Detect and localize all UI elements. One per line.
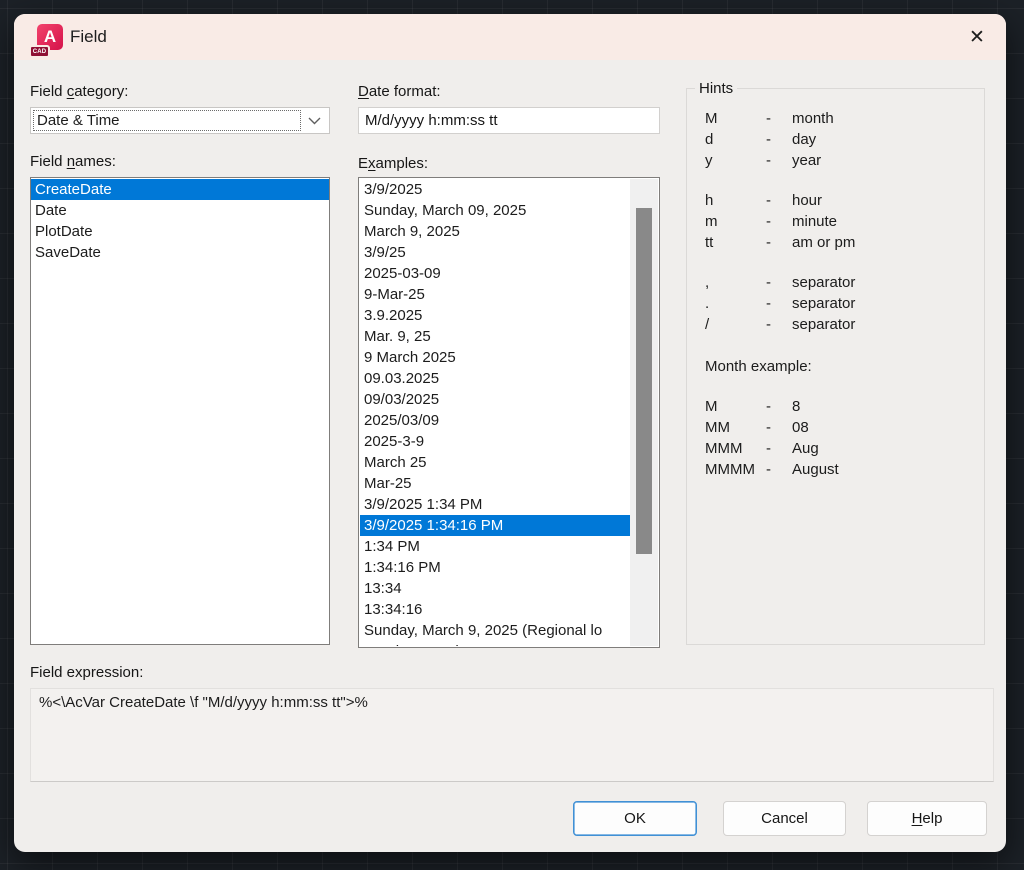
field-name-item[interactable]: PlotDate <box>31 221 329 242</box>
hint-row: d-day <box>705 129 978 150</box>
field-names-list[interactable]: CreateDateDatePlotDateSaveDate <box>30 177 330 645</box>
field-category-value: Date & Time <box>33 110 301 131</box>
help-button[interactable]: Help <box>867 801 987 836</box>
hint-row: m-minute <box>705 211 978 232</box>
example-item[interactable]: 09/03/2025 <box>360 389 630 410</box>
example-item[interactable]: 1:34:16 PM <box>360 557 630 578</box>
examples-rows: 3/9/2025Sunday, March 09, 2025March 9, 2… <box>360 179 630 646</box>
month-example-title: Month example: <box>705 356 978 377</box>
hint-row: M-month <box>705 108 978 129</box>
hints-groupbox: Hints M-monthd-dayy-yearh-hourm-minutett… <box>686 88 985 645</box>
ok-button[interactable]: OK <box>573 801 697 836</box>
month-example-row: MM-08 <box>705 417 978 438</box>
hint-groups: M-monthd-dayy-year h-hourm-minutett-am or… <box>705 108 978 335</box>
hint-group: M-monthd-dayy-year <box>705 108 978 171</box>
examples-label: Examples: <box>358 155 428 172</box>
example-item[interactable]: 2025/03/09 <box>360 410 630 431</box>
month-example-row: MMM-Aug <box>705 438 978 459</box>
autocad-icon: A CAD <box>29 24 63 58</box>
field-names-label: Field names: <box>30 153 116 170</box>
examples-list[interactable]: 3/9/2025Sunday, March 09, 2025March 9, 2… <box>358 177 660 648</box>
example-item[interactable]: Mar. 9, 25 <box>360 326 630 347</box>
example-item[interactable]: 9-Mar-25 <box>360 284 630 305</box>
example-item[interactable]: 2025-3-9 <box>360 431 630 452</box>
example-item[interactable]: March 25 <box>360 452 630 473</box>
example-item[interactable]: 2025-03-09 <box>360 263 630 284</box>
hint-row: tt-am or pm <box>705 232 978 253</box>
example-item[interactable]: 3/9/2025 <box>360 179 630 200</box>
field-name-item[interactable]: CreateDate <box>31 179 329 200</box>
example-item[interactable]: 3/9/2025 1:34 PM <box>360 494 630 515</box>
hints-content: M-monthd-dayy-year h-hourm-minutett-am or… <box>705 108 978 480</box>
hint-row: /-separator <box>705 314 978 335</box>
hint-row: y-year <box>705 150 978 171</box>
hint-row: .-separator <box>705 293 978 314</box>
hint-group: ,-separator.-separator/-separator <box>705 272 978 335</box>
example-item[interactable]: 13:34 <box>360 578 630 599</box>
example-item[interactable]: Sunday, March 9, 2025 (Regional lo <box>360 620 630 641</box>
field-name-item[interactable]: Date <box>31 200 329 221</box>
close-icon[interactable]: ✕ <box>964 24 990 50</box>
hints-title: Hints <box>695 80 737 97</box>
field-expression-value: %<\AcVar CreateDate \f "M/d/yyyy h:mm:ss… <box>30 688 994 782</box>
date-format-label: Date format: <box>358 83 441 100</box>
hint-row: h-hour <box>705 190 978 211</box>
date-format-input[interactable] <box>358 107 660 134</box>
example-item[interactable]: 3/9/2025 1:34:16 PM <box>360 515 630 536</box>
example-item[interactable]: Mar-25 <box>360 473 630 494</box>
example-item[interactable]: Sunday, March 09, 2025 <box>360 200 630 221</box>
field-dialog: A CAD Field ✕ Field category: Date & Tim… <box>14 14 1006 852</box>
example-item[interactable]: 3.9.2025 <box>360 305 630 326</box>
field-category-label: Field category: <box>30 83 128 100</box>
field-category-dropdown[interactable]: Date & Time <box>30 107 330 134</box>
cancel-button[interactable]: Cancel <box>723 801 846 836</box>
example-item[interactable]: 13:34:16 <box>360 599 630 620</box>
example-item[interactable]: 9 March 2025 <box>360 347 630 368</box>
example-item[interactable]: Sunday, March 9, 2025 1:34:16 PM <box>360 641 630 646</box>
scrollbar-thumb[interactable] <box>636 208 652 554</box>
field-name-item[interactable]: SaveDate <box>31 242 329 263</box>
example-item[interactable]: 09.03.2025 <box>360 368 630 389</box>
example-item[interactable]: 1:34 PM <box>360 536 630 557</box>
hint-group: h-hourm-minutett-am or pm <box>705 190 978 253</box>
dialog-titlebar[interactable]: A CAD Field ✕ <box>14 14 1006 60</box>
autocad-canvas: A CAD Field ✕ Field category: Date & Tim… <box>0 0 1024 870</box>
month-example-rows: M-8MM-08MMM-AugMMMM-August <box>705 396 978 480</box>
field-expression-label: Field expression: <box>30 664 143 681</box>
dialog-title: Field <box>70 14 107 60</box>
month-example-row: M-8 <box>705 396 978 417</box>
month-example-row: MMMM-August <box>705 459 978 480</box>
autocad-cad-badge-icon: CAD <box>29 45 50 58</box>
example-item[interactable]: 3/9/25 <box>360 242 630 263</box>
hint-row: ,-separator <box>705 272 978 293</box>
example-item[interactable]: March 9, 2025 <box>360 221 630 242</box>
examples-scrollbar[interactable] <box>630 179 658 646</box>
chevron-down-icon[interactable] <box>299 108 329 133</box>
